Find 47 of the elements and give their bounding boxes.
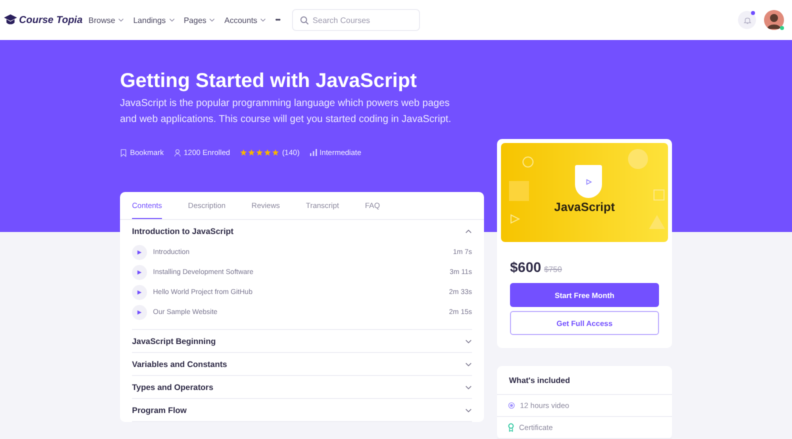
section-header[interactable]: Program Flow <box>132 399 472 421</box>
play-icon <box>586 178 592 184</box>
brand-logo[interactable]: Course Topia <box>4 14 83 26</box>
play-button[interactable] <box>132 244 147 260</box>
nav-menu[interactable]: Browse <box>88 16 124 24</box>
play-icon <box>137 250 142 254</box>
chevron-down-icon <box>465 385 472 390</box>
chevron-down-icon <box>465 362 472 367</box>
play-button[interactable] <box>132 284 147 300</box>
chevron-down-icon <box>260 18 266 22</box>
video-icon <box>508 402 515 409</box>
search-icon <box>300 16 309 24</box>
avatar[interactable] <box>764 10 784 30</box>
section-header[interactable]: Types and Operators <box>132 376 472 398</box>
section-header[interactable]: Introduction to JavaScript <box>132 220 472 242</box>
chevron-down-icon <box>168 18 175 22</box>
old-price: $750 <box>544 265 562 274</box>
level-bars-icon <box>310 149 317 156</box>
thumbnail-title: JavaScript <box>554 200 615 214</box>
play-icon <box>137 270 142 274</box>
nav-menu[interactable]: Accounts <box>224 16 266 24</box>
notification-button[interactable] <box>738 11 756 29</box>
search-field[interactable]: Search Courses <box>292 9 420 31</box>
bookmark-icon <box>120 148 127 156</box>
chevron-down-icon <box>465 339 472 344</box>
brand-name: Course Topia <box>19 14 83 26</box>
section-header[interactable]: Variables and Constants <box>132 353 472 375</box>
chevron-up-icon <box>465 229 472 234</box>
play-icon <box>137 310 142 314</box>
play-icon <box>137 290 142 294</box>
graduation-cap-icon <box>4 14 17 26</box>
bell-icon <box>742 16 752 24</box>
included-title: What's included <box>497 366 672 395</box>
chevron-down-icon <box>118 18 124 22</box>
nav-menu[interactable]: Landings <box>133 16 175 24</box>
chevron-down-icon <box>209 18 216 22</box>
play-button[interactable] <box>132 264 147 280</box>
course-thumbnail[interactable]: JavaScript <box>501 143 668 242</box>
section-header[interactable]: JavaScript Beginning <box>132 330 472 352</box>
price: $600 <box>510 259 542 275</box>
award-icon <box>508 423 514 432</box>
play-button[interactable] <box>132 304 147 320</box>
course-title: Getting Started with JavaScript <box>120 69 418 93</box>
chevron-down-icon <box>465 408 472 413</box>
course-description: JavaScript is the popular programming language which powers web pages and web applications. This course will get you started coding in JavaScript. <box>120 97 452 127</box>
user-icon <box>174 148 181 156</box>
nav-menu[interactable]: Pages <box>184 16 216 24</box>
